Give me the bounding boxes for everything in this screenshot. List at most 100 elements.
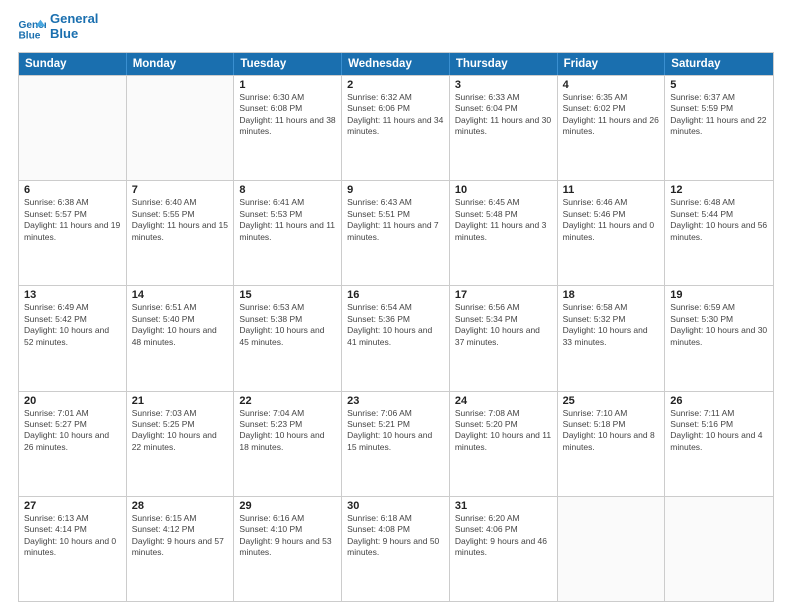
- day-number: 22: [239, 395, 336, 407]
- day-number: 1: [239, 79, 336, 91]
- day-number: 23: [347, 395, 444, 407]
- calendar-cell: [665, 497, 773, 601]
- calendar-cell: 19Sunrise: 6:59 AM Sunset: 5:30 PM Dayli…: [665, 286, 773, 390]
- calendar-row-5: 27Sunrise: 6:13 AM Sunset: 4:14 PM Dayli…: [19, 496, 773, 601]
- day-number: 15: [239, 289, 336, 301]
- calendar-cell: 3Sunrise: 6:33 AM Sunset: 6:04 PM Daylig…: [450, 76, 558, 180]
- cell-info: Sunrise: 6:58 AM Sunset: 5:32 PM Dayligh…: [563, 302, 660, 348]
- calendar-cell: 20Sunrise: 7:01 AM Sunset: 5:27 PM Dayli…: [19, 392, 127, 496]
- calendar-cell: [19, 76, 127, 180]
- calendar-cell: [558, 497, 666, 601]
- day-number: 12: [670, 184, 768, 196]
- cell-info: Sunrise: 6:51 AM Sunset: 5:40 PM Dayligh…: [132, 302, 229, 348]
- cell-info: Sunrise: 6:48 AM Sunset: 5:44 PM Dayligh…: [670, 197, 768, 243]
- day-number: 9: [347, 184, 444, 196]
- cell-info: Sunrise: 6:49 AM Sunset: 5:42 PM Dayligh…: [24, 302, 121, 348]
- cell-info: Sunrise: 6:43 AM Sunset: 5:51 PM Dayligh…: [347, 197, 444, 243]
- calendar-cell: 29Sunrise: 6:16 AM Sunset: 4:10 PM Dayli…: [234, 497, 342, 601]
- cell-info: Sunrise: 6:37 AM Sunset: 5:59 PM Dayligh…: [670, 92, 768, 138]
- cell-info: Sunrise: 6:32 AM Sunset: 6:06 PM Dayligh…: [347, 92, 444, 138]
- header: General Blue General Blue: [18, 16, 774, 42]
- header-day-tuesday: Tuesday: [234, 53, 342, 75]
- calendar: SundayMondayTuesdayWednesdayThursdayFrid…: [18, 52, 774, 602]
- cell-info: Sunrise: 7:04 AM Sunset: 5:23 PM Dayligh…: [239, 408, 336, 454]
- cell-info: Sunrise: 6:59 AM Sunset: 5:30 PM Dayligh…: [670, 302, 768, 348]
- calendar-cell: 4Sunrise: 6:35 AM Sunset: 6:02 PM Daylig…: [558, 76, 666, 180]
- day-number: 6: [24, 184, 121, 196]
- calendar-cell: 17Sunrise: 6:56 AM Sunset: 5:34 PM Dayli…: [450, 286, 558, 390]
- header-day-friday: Friday: [558, 53, 666, 75]
- day-number: 25: [563, 395, 660, 407]
- cell-info: Sunrise: 7:10 AM Sunset: 5:18 PM Dayligh…: [563, 408, 660, 454]
- cell-info: Sunrise: 6:20 AM Sunset: 4:06 PM Dayligh…: [455, 513, 552, 559]
- header-day-sunday: Sunday: [19, 53, 127, 75]
- calendar-cell: 18Sunrise: 6:58 AM Sunset: 5:32 PM Dayli…: [558, 286, 666, 390]
- day-number: 27: [24, 500, 121, 512]
- cell-info: Sunrise: 6:35 AM Sunset: 6:02 PM Dayligh…: [563, 92, 660, 138]
- calendar-row-1: 1Sunrise: 6:30 AM Sunset: 6:08 PM Daylig…: [19, 75, 773, 180]
- calendar-cell: 23Sunrise: 7:06 AM Sunset: 5:21 PM Dayli…: [342, 392, 450, 496]
- cell-info: Sunrise: 6:54 AM Sunset: 5:36 PM Dayligh…: [347, 302, 444, 348]
- logo: General Blue General Blue: [18, 16, 98, 42]
- day-number: 19: [670, 289, 768, 301]
- calendar-cell: 30Sunrise: 6:18 AM Sunset: 4:08 PM Dayli…: [342, 497, 450, 601]
- header-day-thursday: Thursday: [450, 53, 558, 75]
- logo-icon: General Blue: [18, 18, 46, 40]
- calendar-cell: 7Sunrise: 6:40 AM Sunset: 5:55 PM Daylig…: [127, 181, 235, 285]
- day-number: 28: [132, 500, 229, 512]
- day-number: 21: [132, 395, 229, 407]
- cell-info: Sunrise: 6:18 AM Sunset: 4:08 PM Dayligh…: [347, 513, 444, 559]
- cell-info: Sunrise: 7:01 AM Sunset: 5:27 PM Dayligh…: [24, 408, 121, 454]
- day-number: 11: [563, 184, 660, 196]
- calendar-cell: 13Sunrise: 6:49 AM Sunset: 5:42 PM Dayli…: [19, 286, 127, 390]
- calendar-cell: 31Sunrise: 6:20 AM Sunset: 4:06 PM Dayli…: [450, 497, 558, 601]
- calendar-cell: 11Sunrise: 6:46 AM Sunset: 5:46 PM Dayli…: [558, 181, 666, 285]
- calendar-cell: 2Sunrise: 6:32 AM Sunset: 6:06 PM Daylig…: [342, 76, 450, 180]
- cell-info: Sunrise: 6:38 AM Sunset: 5:57 PM Dayligh…: [24, 197, 121, 243]
- calendar-body: 1Sunrise: 6:30 AM Sunset: 6:08 PM Daylig…: [19, 75, 773, 601]
- calendar-cell: 22Sunrise: 7:04 AM Sunset: 5:23 PM Dayli…: [234, 392, 342, 496]
- cell-info: Sunrise: 6:30 AM Sunset: 6:08 PM Dayligh…: [239, 92, 336, 138]
- logo-general: General: [50, 12, 98, 27]
- cell-info: Sunrise: 6:15 AM Sunset: 4:12 PM Dayligh…: [132, 513, 229, 559]
- calendar-cell: 10Sunrise: 6:45 AM Sunset: 5:48 PM Dayli…: [450, 181, 558, 285]
- calendar-cell: 1Sunrise: 6:30 AM Sunset: 6:08 PM Daylig…: [234, 76, 342, 180]
- calendar-cell: 8Sunrise: 6:41 AM Sunset: 5:53 PM Daylig…: [234, 181, 342, 285]
- header-day-monday: Monday: [127, 53, 235, 75]
- cell-info: Sunrise: 6:41 AM Sunset: 5:53 PM Dayligh…: [239, 197, 336, 243]
- calendar-cell: 9Sunrise: 6:43 AM Sunset: 5:51 PM Daylig…: [342, 181, 450, 285]
- day-number: 7: [132, 184, 229, 196]
- day-number: 13: [24, 289, 121, 301]
- day-number: 8: [239, 184, 336, 196]
- calendar-cell: 26Sunrise: 7:11 AM Sunset: 5:16 PM Dayli…: [665, 392, 773, 496]
- day-number: 4: [563, 79, 660, 91]
- calendar-cell: 5Sunrise: 6:37 AM Sunset: 5:59 PM Daylig…: [665, 76, 773, 180]
- day-number: 5: [670, 79, 768, 91]
- cell-info: Sunrise: 6:46 AM Sunset: 5:46 PM Dayligh…: [563, 197, 660, 243]
- page: General Blue General Blue SundayMondayTu…: [0, 0, 792, 612]
- logo-blue: Blue: [50, 27, 98, 42]
- day-number: 2: [347, 79, 444, 91]
- svg-text:Blue: Blue: [18, 30, 40, 40]
- calendar-row-2: 6Sunrise: 6:38 AM Sunset: 5:57 PM Daylig…: [19, 180, 773, 285]
- cell-info: Sunrise: 6:45 AM Sunset: 5:48 PM Dayligh…: [455, 197, 552, 243]
- calendar-cell: 25Sunrise: 7:10 AM Sunset: 5:18 PM Dayli…: [558, 392, 666, 496]
- cell-info: Sunrise: 7:11 AM Sunset: 5:16 PM Dayligh…: [670, 408, 768, 454]
- calendar-header: SundayMondayTuesdayWednesdayThursdayFrid…: [19, 53, 773, 75]
- cell-info: Sunrise: 7:08 AM Sunset: 5:20 PM Dayligh…: [455, 408, 552, 454]
- day-number: 14: [132, 289, 229, 301]
- cell-info: Sunrise: 6:40 AM Sunset: 5:55 PM Dayligh…: [132, 197, 229, 243]
- cell-info: Sunrise: 7:06 AM Sunset: 5:21 PM Dayligh…: [347, 408, 444, 454]
- cell-info: Sunrise: 6:16 AM Sunset: 4:10 PM Dayligh…: [239, 513, 336, 559]
- calendar-row-4: 20Sunrise: 7:01 AM Sunset: 5:27 PM Dayli…: [19, 391, 773, 496]
- cell-info: Sunrise: 6:33 AM Sunset: 6:04 PM Dayligh…: [455, 92, 552, 138]
- day-number: 20: [24, 395, 121, 407]
- day-number: 17: [455, 289, 552, 301]
- calendar-cell: 15Sunrise: 6:53 AM Sunset: 5:38 PM Dayli…: [234, 286, 342, 390]
- cell-info: Sunrise: 7:03 AM Sunset: 5:25 PM Dayligh…: [132, 408, 229, 454]
- day-number: 10: [455, 184, 552, 196]
- day-number: 31: [455, 500, 552, 512]
- cell-info: Sunrise: 6:13 AM Sunset: 4:14 PM Dayligh…: [24, 513, 121, 559]
- day-number: 24: [455, 395, 552, 407]
- calendar-cell: [127, 76, 235, 180]
